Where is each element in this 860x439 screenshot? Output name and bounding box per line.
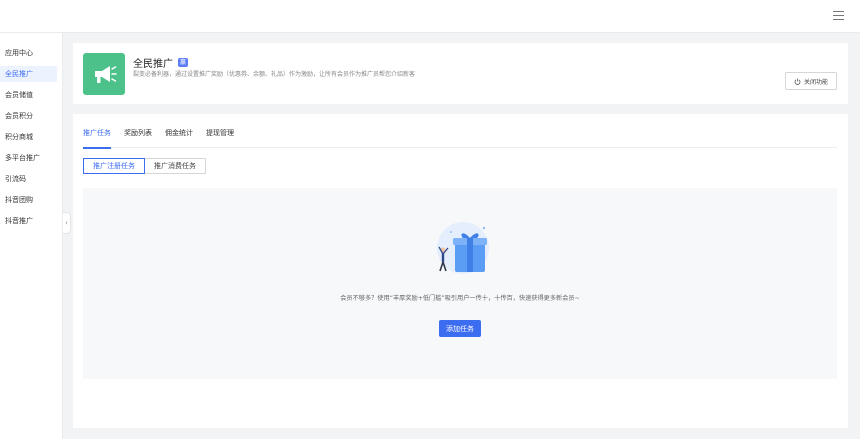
sidebar-item[interactable]: 引流码 xyxy=(0,171,57,187)
megaphone-icon xyxy=(95,66,117,83)
chevron-left-icon: ‹ xyxy=(65,219,68,227)
add-task-button[interactable]: 添加任务 xyxy=(439,320,481,337)
app-icon xyxy=(83,53,125,95)
sidebar-item[interactable]: 会员储值 xyxy=(0,87,57,103)
gift-box-illustration-icon xyxy=(437,222,489,274)
close-feature-label: 关闭功能 xyxy=(803,78,828,86)
task-type-switch: 推广注册任务 推广消费任务 xyxy=(83,158,206,174)
sidebar-collapse-button[interactable]: ‹ xyxy=(63,212,71,234)
page-title: 全民推广 赢 xyxy=(133,55,189,70)
tab[interactable]: 佣金统计 xyxy=(165,128,193,148)
sidebar-item[interactable]: 全民推广 xyxy=(0,66,57,82)
sidebar-item[interactable]: 应用中心 xyxy=(0,45,57,61)
empty-state: 会员不够多？使用“丰厚奖励+低门槛”吸引用户一传十，十传百，快速获得更多新会员~… xyxy=(83,188,837,379)
app-header-card: 全民推广 赢 裂变必备利器，通过设置推广奖励（优惠券、余额、礼品）作为激励，让所… xyxy=(73,43,848,104)
tab-bar: 推广任务 奖励列表 佣金统计 提现管理 xyxy=(83,128,837,149)
sidebar-item[interactable]: 会员积分 xyxy=(0,108,57,124)
empty-state-message: 会员不够多？使用“丰厚奖励+低门槛”吸引用户一传十，十传百，快速获得更多新会员~ xyxy=(340,295,580,302)
sidebar-item[interactable]: 抖音团购 xyxy=(0,192,57,208)
content-card: 推广任务 奖励列表 佣金统计 提现管理 推广注册任务 推广消费任务 会员不够多？使用“丰… xyxy=(73,114,848,428)
sidebar-item[interactable]: 多平台推广 xyxy=(0,150,57,166)
task-type-option[interactable]: 推广消费任务 xyxy=(145,158,206,174)
hamburger-menu-icon[interactable] xyxy=(833,11,844,21)
sidebar-list: 应用中心全民推广会员储值会员积分积分商城多平台推广引流码抖音团购抖音推广 xyxy=(0,33,62,229)
task-type-option[interactable]: 推广注册任务 xyxy=(83,158,145,174)
sidebar-item[interactable]: 抖音推广 xyxy=(0,213,57,229)
close-feature-button[interactable]: 关闭功能 xyxy=(785,72,837,90)
sidebar: 应用中心全民推广会员储值会员积分积分商城多平台推广引流码抖音团购抖音推广 xyxy=(0,33,63,439)
power-icon xyxy=(794,78,801,85)
page-title-text: 全民推广 xyxy=(133,59,173,70)
top-bar xyxy=(0,0,860,33)
tab[interactable]: 提现管理 xyxy=(206,128,234,148)
tab[interactable]: 奖励列表 xyxy=(124,128,152,148)
sidebar-item[interactable]: 积分商城 xyxy=(0,129,57,145)
app-description: 裂变必备利器，通过设置推广奖励（优惠券、余额、礼品）作为激励，让所有会员作为推广… xyxy=(133,71,416,78)
tab[interactable]: 推广任务 xyxy=(83,128,111,149)
title-badge: 赢 xyxy=(178,58,189,67)
